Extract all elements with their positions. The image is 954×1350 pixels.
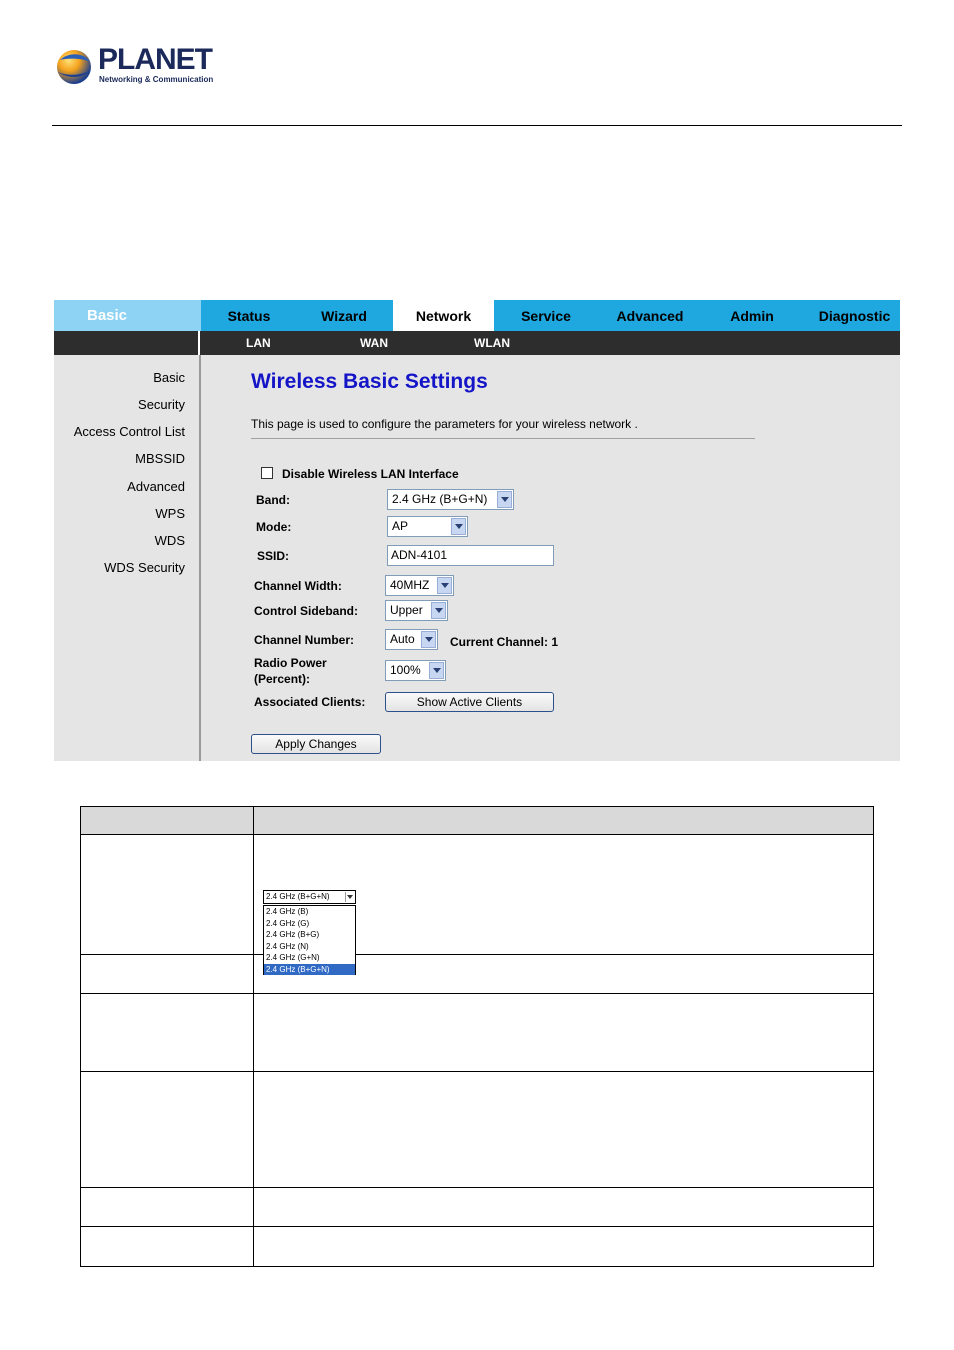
sidebar-item-wds[interactable]: WDS — [155, 533, 185, 548]
tab-service[interactable]: Service — [511, 300, 581, 331]
subtab-wlan[interactable]: WLAN — [474, 331, 510, 355]
page-title: Wireless Basic Settings — [251, 370, 488, 393]
associated-clients-label: Associated Clients: — [254, 695, 366, 709]
table-header-row — [81, 807, 873, 835]
apply-changes-button[interactable]: Apply Changes — [251, 734, 381, 754]
chevron-down-icon — [497, 491, 512, 508]
top-navigation: Basic Status Wizard Network Service Adva… — [54, 300, 900, 331]
header-divider — [52, 125, 902, 126]
ssid-label: SSID: — [257, 549, 290, 563]
radio-power-select[interactable]: 100% — [385, 660, 446, 681]
table-row — [81, 994, 873, 1072]
band-option: 2.4 GHz (G) — [266, 918, 310, 928]
page-description: This page is used to configure the param… — [251, 417, 638, 431]
sidebar-item-basic[interactable]: Basic — [153, 370, 185, 385]
band-dropdown-value: 2.4 GHz (B+G+N) — [266, 892, 330, 901]
channel-number-value: Auto — [390, 632, 415, 646]
tab-wizard[interactable]: Wizard — [309, 300, 379, 331]
sidebar-item-wds-security[interactable]: WDS Security — [104, 560, 185, 575]
subtab-lan[interactable]: LAN — [246, 331, 271, 355]
band-option: 2.4 GHz (B) — [266, 907, 309, 916]
show-active-clients-button[interactable]: Show Active Clients — [385, 692, 554, 712]
logo-wordmark: PLANET — [98, 43, 213, 76]
channel-width-label: Channel Width: — [254, 579, 342, 593]
planet-logo: PLANET Networking & Communication — [54, 44, 224, 88]
tab-admin[interactable]: Admin — [717, 300, 787, 331]
sidebar-item-security[interactable]: Security — [138, 397, 185, 412]
table-row — [81, 955, 873, 994]
disable-wlan-checkbox[interactable] — [261, 467, 273, 479]
chevron-down-icon — [451, 518, 466, 535]
channel-number-select[interactable]: Auto — [385, 629, 438, 650]
radio-power-label: Radio Power — [254, 656, 327, 670]
band-select-value: 2.4 GHz (B+G+N) — [392, 492, 488, 506]
logo-tagline: Networking & Communication — [99, 75, 214, 84]
table-column-divider — [253, 807, 254, 1266]
tab-status[interactable]: Status — [214, 300, 284, 331]
chevron-down-icon — [429, 662, 444, 679]
mode-label: Mode: — [256, 520, 292, 534]
ssid-input[interactable]: ADN-4101 — [387, 545, 554, 566]
table-row — [81, 1188, 873, 1227]
table-row-band: 2.4 GHz (B+G+N) 2.4 GHz (B) 2.4 GHz (G) … — [81, 835, 873, 975]
channel-width-value: 40MHZ — [390, 578, 430, 592]
tab-diagnostic[interactable]: Diagnostic — [809, 300, 900, 331]
description-divider — [251, 438, 755, 439]
settings-description-table: 2.4 GHz (B+G+N) 2.4 GHz (B) 2.4 GHz (G) … — [80, 806, 874, 1267]
subtab-wan[interactable]: WAN — [360, 331, 388, 355]
disable-wlan-label: Disable Wireless LAN Interface — [282, 467, 459, 481]
nav-brand-basic[interactable]: Basic — [54, 300, 201, 331]
tab-advanced[interactable]: Advanced — [607, 300, 693, 331]
radio-power-value: 100% — [390, 663, 421, 677]
mode-select[interactable]: AP — [387, 516, 468, 537]
sidebar-divider — [199, 355, 201, 761]
band-option: 2.4 GHz (B+G) — [266, 930, 320, 939]
sidebar-item-advanced[interactable]: Advanced — [127, 479, 185, 494]
control-sideband-value: Upper — [390, 603, 423, 617]
table-row — [81, 1072, 873, 1188]
sidebar-item-mbssid[interactable]: MBSSID — [135, 451, 185, 466]
sub-navigation: LAN WAN WLAN — [54, 331, 900, 355]
control-sideband-label: Control Sideband: — [254, 604, 358, 618]
band-dropdown-closed: 2.4 GHz (B+G+N) — [263, 890, 356, 904]
channel-number-label: Channel Number: — [254, 633, 355, 647]
chevron-down-icon — [437, 577, 452, 594]
current-channel-text: Current Channel: 1 — [450, 635, 559, 649]
chevron-down-icon — [431, 602, 446, 619]
radio-power-label-percent: (Percent): — [254, 672, 311, 686]
band-label: Band: — [256, 493, 290, 507]
channel-width-select[interactable]: 40MHZ — [385, 575, 454, 596]
sidebar-item-access-control-list[interactable]: Access Control List — [74, 424, 185, 439]
chevron-down-icon — [345, 892, 354, 902]
subnav-divider — [198, 331, 200, 355]
mode-select-value: AP — [392, 519, 409, 533]
globe-logo-icon — [57, 50, 91, 84]
table-row — [81, 1227, 873, 1266]
tab-network[interactable]: Network — [393, 300, 494, 331]
sidebar-item-wps[interactable]: WPS — [155, 506, 185, 521]
chevron-down-icon — [421, 631, 436, 648]
band-select[interactable]: 2.4 GHz (B+G+N) — [387, 489, 514, 510]
router-ui-panel: Basic Status Wizard Network Service Adva… — [54, 300, 900, 761]
control-sideband-select[interactable]: Upper — [385, 600, 448, 621]
band-option: 2.4 GHz (N) — [266, 941, 309, 951]
